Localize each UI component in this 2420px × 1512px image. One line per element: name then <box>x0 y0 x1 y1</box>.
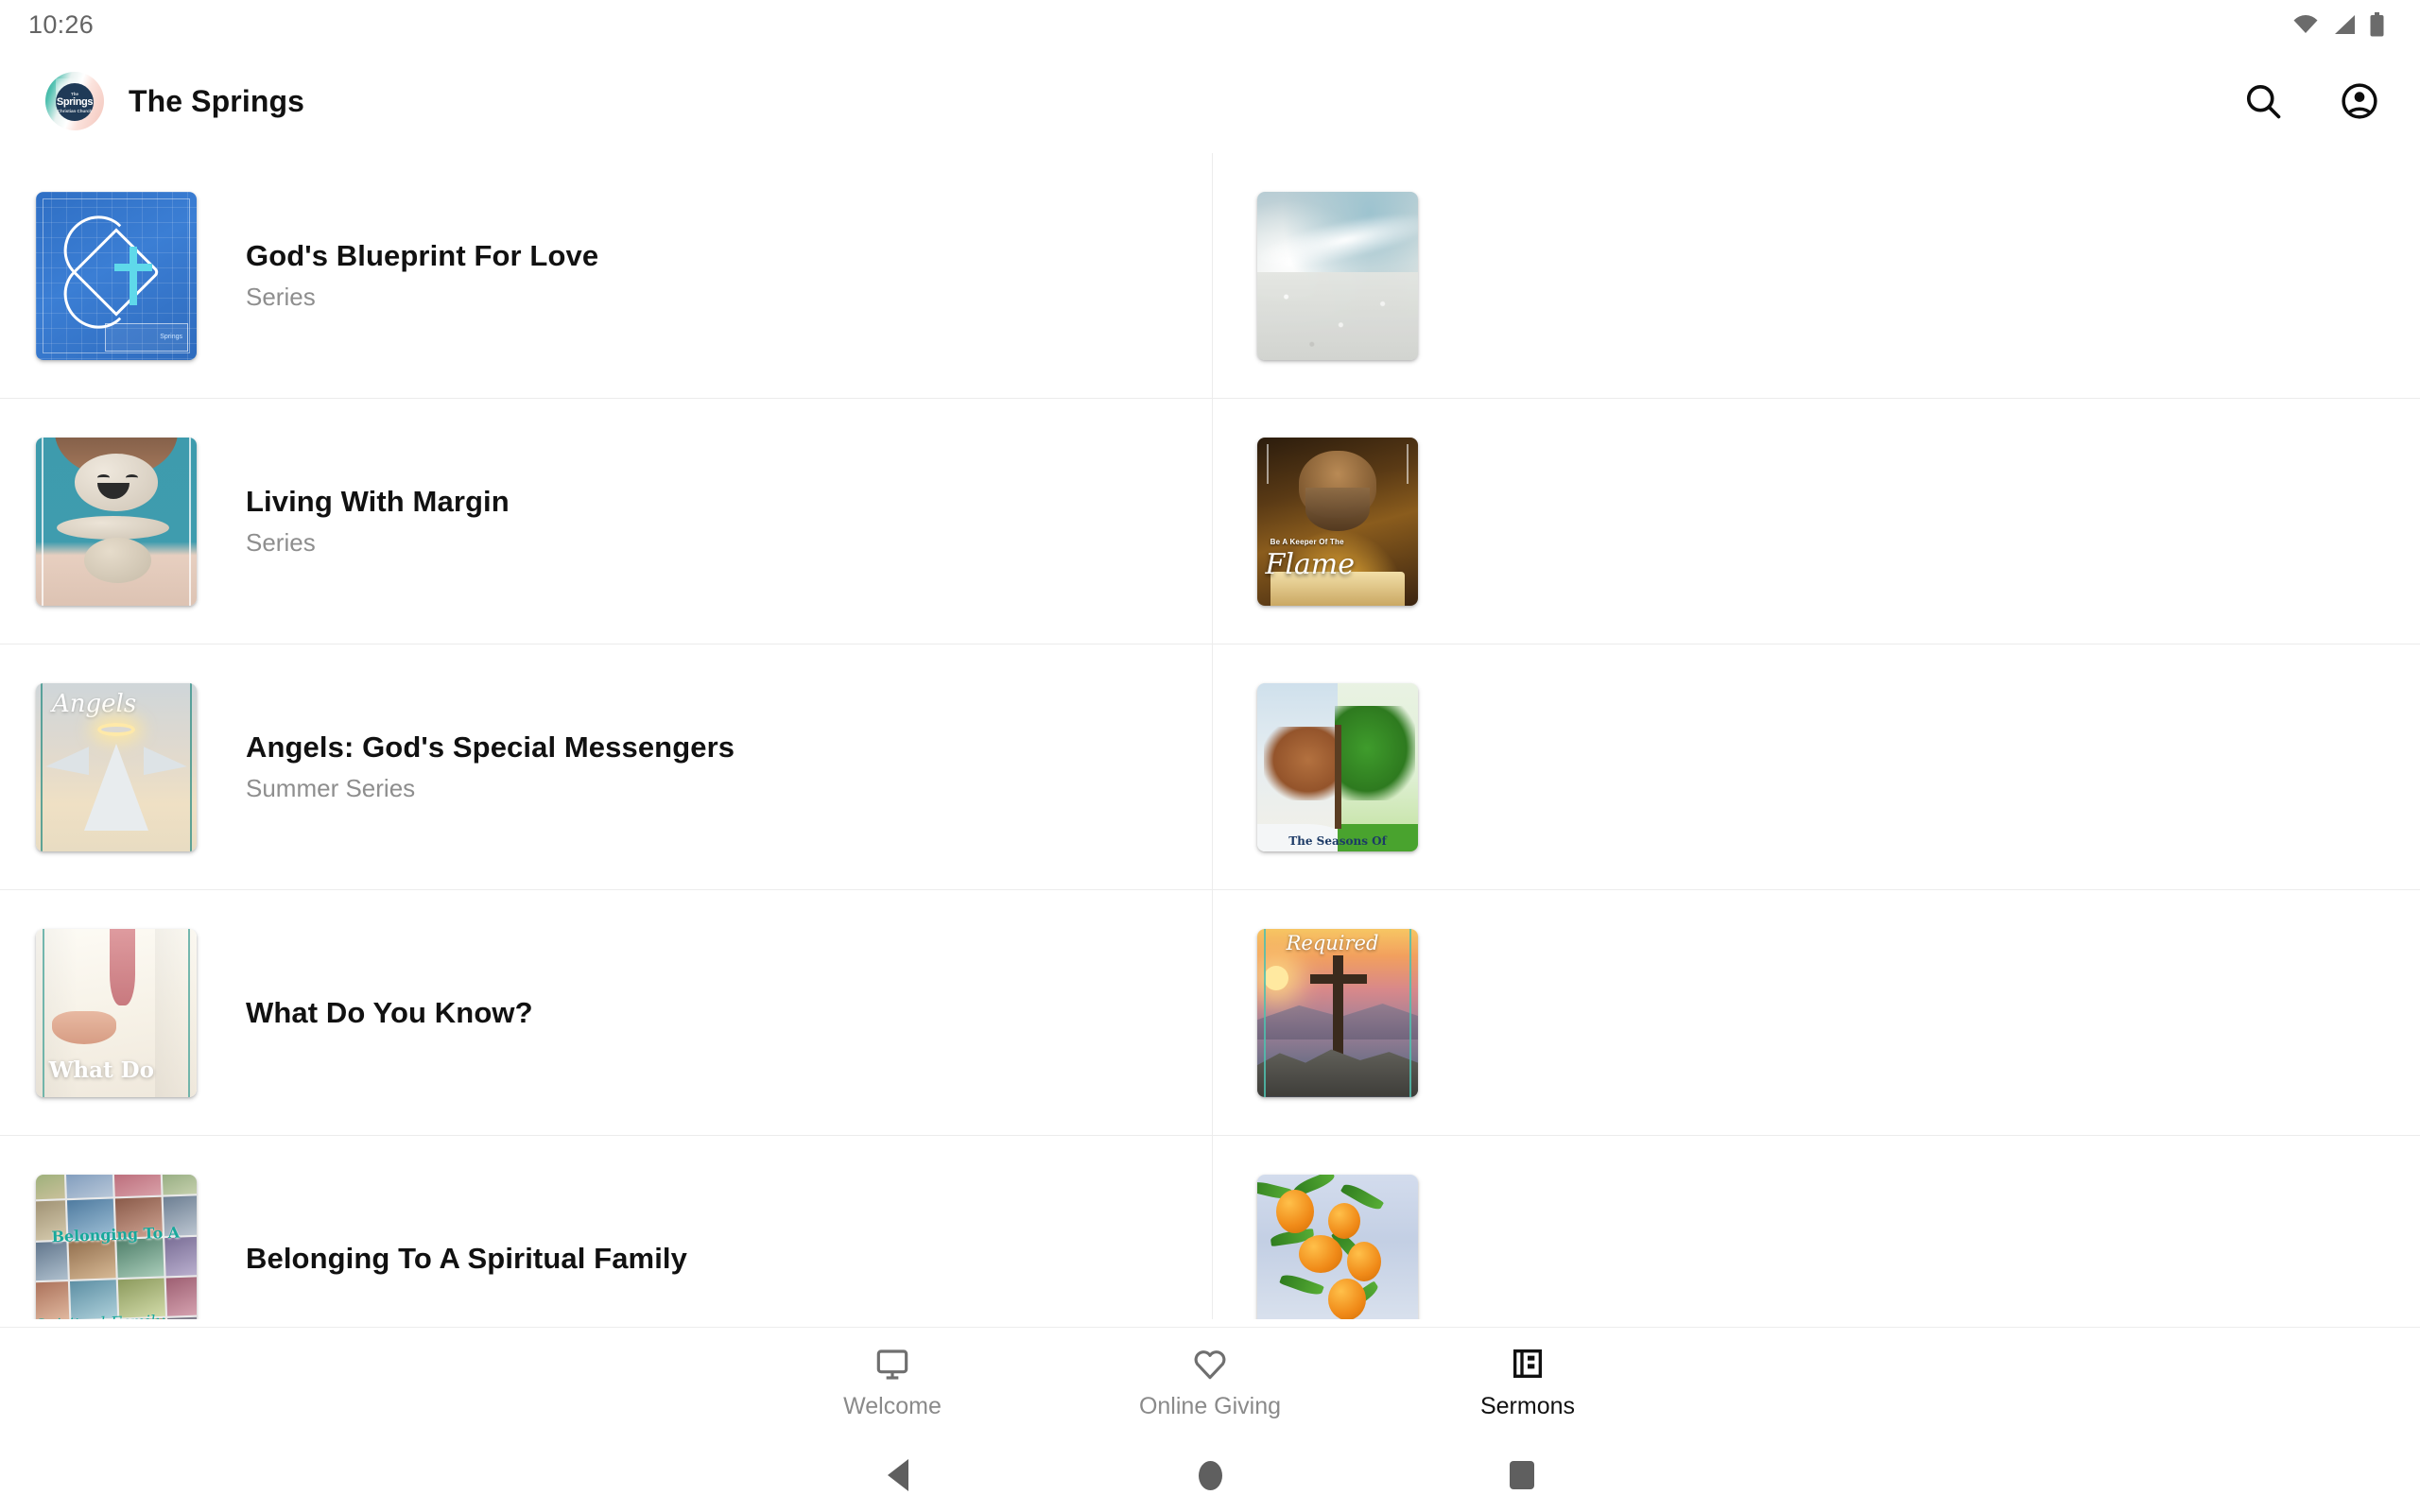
wifi-icon <box>2293 15 2318 33</box>
tab-online-giving[interactable]: Online Giving <box>1051 1346 1369 1420</box>
sermon-list[interactable]: Springs God's Blueprint For Love Series … <box>0 153 2420 1319</box>
back-button[interactable] <box>742 1459 1054 1491</box>
bottom-navigation: Welcome Online Giving Sermons <box>0 1327 2420 1438</box>
thumbnail-stones-icon <box>36 437 197 606</box>
status-bar: 10:26 <box>0 0 2420 49</box>
thumbnail-flame-icon: Be A Keeper Of The Flame <box>1257 437 1418 606</box>
app-title: The Springs <box>129 83 305 118</box>
home-button[interactable] <box>1054 1460 1366 1490</box>
table-row: Angels Angels: God's Special Messengers … <box>0 644 2420 890</box>
tab-sermons[interactable]: Sermons <box>1369 1346 1686 1420</box>
system-navigation-bar <box>0 1438 2420 1512</box>
logo-badge-top: The <box>70 91 78 96</box>
status-clock: 10:26 <box>28 9 95 39</box>
table-row: Belonging To A Spiritual Family Belongin… <box>0 1136 2420 1319</box>
square-icon <box>1510 1461 1534 1489</box>
table-row: Springs God's Blueprint For Love Series … <box>0 153 2420 399</box>
tab-online-giving-label: Online Giving <box>1138 1393 1282 1419</box>
thumbnail-caption: Angels <box>52 689 137 718</box>
app-bar-actions <box>2242 80 2380 122</box>
thumbnail-seasons-icon: The Seasons Of <box>1257 682 1418 851</box>
app-logo-icon: The Springs Christian Church <box>45 72 104 130</box>
tab-welcome[interactable]: Welcome <box>734 1346 1051 1420</box>
brand: The Springs Christian Church The Springs <box>45 72 304 130</box>
book-icon <box>1513 1349 1542 1378</box>
thumbnail-caption-large: Flame <box>1265 547 1356 581</box>
triangle-left-icon <box>888 1459 908 1491</box>
logo-badge-main: Springs <box>56 95 94 108</box>
table-row: Living With Margin Series Be A Keeper Of… <box>0 399 2420 644</box>
thumbnail-caption-line1: Belonging To A <box>50 1223 181 1246</box>
logo-badge: The Springs Christian Church <box>56 83 94 122</box>
table-row: What Do What Do You Know? Required <box>0 890 2420 1136</box>
search-icon[interactable] <box>2242 80 2284 122</box>
app-root: 10:26 The Springs Christian Church The S… <box>0 0 2420 1512</box>
account-circle-icon[interactable] <box>2339 80 2380 122</box>
thumbnail-caption: The Seasons Of <box>1288 833 1387 848</box>
thumbnail-blueprint-icon: Springs <box>36 191 197 360</box>
thumbnail-robe-icon: What Do <box>36 928 197 1097</box>
monitor-icon <box>876 1349 908 1380</box>
cellular-signal-icon <box>2335 15 2355 34</box>
circle-icon <box>1198 1460 1222 1490</box>
logo-badge-sub: Christian Church <box>57 108 93 113</box>
thumbnail-angel-icon: Angels <box>36 682 197 851</box>
app-bar: The Springs Christian Church The Springs <box>0 49 2420 153</box>
thumbnail-beach-icon <box>1257 191 1418 360</box>
thumbnail-caption: What Do <box>48 1057 154 1084</box>
thumbnail-collage-icon: Belonging To A Spiritual Family <box>36 1174 197 1319</box>
tab-sermons-label: Sermons <box>1479 1393 1576 1419</box>
thumbnail-caption: Springs <box>105 322 188 352</box>
thumbnail-oranges-icon <box>1257 1174 1418 1319</box>
thumbnail-caption: Required <box>1286 932 1379 955</box>
status-icons <box>2292 12 2384 37</box>
thumbnail-cross-icon: Required <box>1257 928 1418 1097</box>
thumbnail-caption-small: Be A Keeper Of The <box>1270 538 1344 547</box>
heart-icon <box>1194 1350 1226 1380</box>
recents-button[interactable] <box>1366 1461 1678 1489</box>
battery-icon <box>2370 12 2384 37</box>
tab-welcome-label: Welcome <box>843 1393 942 1419</box>
